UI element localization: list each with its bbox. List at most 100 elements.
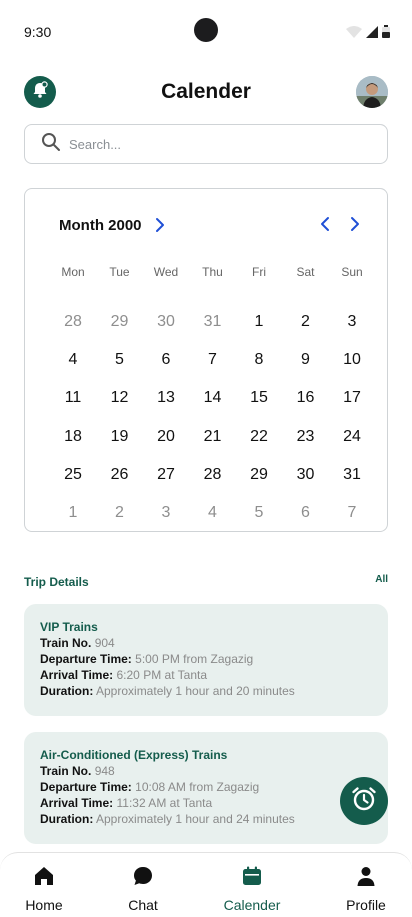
calendar-day[interactable]: 16 — [288, 383, 324, 413]
calendar-day[interactable]: 11 — [55, 383, 91, 413]
calendar-day[interactable]: 21 — [195, 422, 231, 452]
calendar-day[interactable]: 8 — [241, 345, 277, 375]
weekday-label: Thu — [202, 265, 223, 279]
signal-icon — [366, 25, 378, 43]
departure-row: Departure Time: 5:00 PM from Zagazig — [40, 651, 372, 667]
see-all-link[interactable]: All — [375, 574, 388, 585]
departure-value: 5:00 PM from Zagazig — [135, 652, 254, 666]
train-number-row: Train No. 904 — [40, 635, 372, 651]
profile-icon — [355, 865, 377, 892]
calendar-day[interactable]: 18 — [55, 422, 91, 452]
nav-item-home[interactable]: Home — [4, 865, 84, 913]
calendar-day[interactable]: 1 — [241, 307, 277, 337]
chat-icon — [132, 865, 154, 892]
calendar-day-outside-month[interactable]: 7 — [334, 498, 370, 528]
avatar[interactable] — [356, 76, 388, 108]
calendar-day-outside-month[interactable]: 2 — [102, 498, 138, 528]
calendar-day-outside-month[interactable]: 30 — [148, 307, 184, 337]
calendar-day[interactable]: 12 — [102, 383, 138, 413]
calendar-day[interactable]: 2 — [288, 307, 324, 337]
home-icon — [33, 865, 55, 892]
weekday-label: Mon — [61, 265, 85, 279]
arrival-label: Arrival Time: — [40, 668, 114, 682]
nav-label: Chat — [128, 897, 158, 913]
trip-card[interactable]: Air-Conditioned (Express) Trains Train N… — [24, 732, 388, 844]
arrival-row: Arrival Time: 11:32 AM at Tanta — [40, 795, 372, 811]
duration-row: Duration: Approximately 1 hour and 20 mi… — [40, 683, 372, 699]
calendar-day[interactable]: 3 — [334, 307, 370, 337]
duration-value: Approximately 1 hour and 24 minutes — [96, 812, 295, 826]
weekday-label: Sun — [341, 265, 363, 279]
calendar-day[interactable]: 22 — [241, 422, 277, 452]
duration-label: Duration: — [40, 684, 94, 698]
calendar-day[interactable]: 7 — [195, 345, 231, 375]
alarm-clock-icon — [350, 785, 378, 818]
calendar-day[interactable]: 19 — [102, 422, 138, 452]
search-input[interactable] — [69, 136, 349, 152]
calendar-day-outside-month[interactable]: 5 — [241, 498, 277, 528]
calendar-day[interactable]: 17 — [334, 383, 370, 413]
arrival-value: 11:32 AM at Tanta — [116, 796, 213, 810]
departure-row: Departure Time: 10:08 AM from Zagazig — [40, 779, 372, 795]
train-number-value: 904 — [94, 636, 115, 650]
nav-item-profile[interactable]: Profile — [326, 865, 406, 913]
page-title: Calender — [161, 80, 251, 103]
trip-details-title: Trip Details — [24, 575, 89, 589]
nav-item-chat[interactable]: Chat — [103, 865, 183, 913]
calendar-day[interactable]: 25 — [55, 460, 91, 490]
month-picker-chevron-icon[interactable] — [152, 216, 168, 234]
calendar-day-outside-month[interactable]: 28 — [55, 307, 91, 337]
calendar-day-outside-month[interactable]: 6 — [288, 498, 324, 528]
duration-row: Duration: Approximately 1 hour and 24 mi… — [40, 811, 372, 827]
battery-icon — [382, 25, 390, 43]
calendar-day[interactable]: 29 — [241, 460, 277, 490]
calendar-day[interactable]: 6 — [148, 345, 184, 375]
previous-month-chevron-left-icon[interactable] — [317, 215, 333, 233]
next-month-chevron-right-icon[interactable] — [347, 215, 363, 233]
month-label: Month 2000 — [59, 216, 142, 234]
departure-label: Departure Time: — [40, 652, 132, 666]
calendar-day[interactable]: 23 — [288, 422, 324, 452]
duration-label: Duration: — [40, 812, 94, 826]
trip-card[interactable]: VIP Trains Train No. 904 Departure Time:… — [24, 604, 388, 716]
calendar-day-outside-month[interactable]: 29 — [102, 307, 138, 337]
departure-value: 10:08 AM from Zagazig — [135, 780, 260, 794]
nav-label: Calender — [223, 897, 281, 913]
calendar-day[interactable]: 13 — [148, 383, 184, 413]
weekday-label: Fri — [252, 265, 266, 279]
search-bar[interactable] — [24, 124, 388, 164]
calendar-day[interactable]: 14 — [195, 383, 231, 413]
calendar-day[interactable]: 20 — [148, 422, 184, 452]
nav-item-calender[interactable]: Calender — [212, 865, 292, 913]
alarm-fab-button[interactable] — [340, 777, 388, 825]
calendar-day[interactable]: 5 — [102, 345, 138, 375]
arrival-row: Arrival Time: 6:20 PM at Tanta — [40, 667, 372, 683]
trip-details-header: Trip Details All — [24, 573, 388, 591]
trip-card-title: VIP Trains — [40, 620, 98, 634]
calendar-day[interactable]: 4 — [55, 345, 91, 375]
status-bar: 9:30 — [0, 0, 412, 60]
calendar-day[interactable]: 15 — [241, 383, 277, 413]
calendar-day[interactable]: 28 — [195, 460, 231, 490]
calendar-day-outside-month[interactable]: 4 — [195, 498, 231, 528]
arrival-label: Arrival Time: — [40, 796, 114, 810]
calendar-day[interactable]: 10 — [334, 345, 370, 375]
calendar-day[interactable]: 27 — [148, 460, 184, 490]
calendar-day[interactable]: 31 — [334, 460, 370, 490]
wifi-icon — [346, 25, 362, 43]
calendar-day[interactable]: 30 — [288, 460, 324, 490]
status-icons — [346, 25, 390, 43]
app-header: Calender — [0, 74, 412, 110]
calendar-day-outside-month[interactable]: 3 — [148, 498, 184, 528]
train-number-label: Train No. — [40, 764, 92, 778]
calendar-day[interactable]: 9 — [288, 345, 324, 375]
calendar-day-outside-month[interactable]: 1 — [55, 498, 91, 528]
search-icon — [41, 132, 61, 157]
calendar-card: Month 2000 Mon Tue Wed Thu Fri Sat Sun 28 29 30 3… — [24, 188, 388, 532]
calendar-day[interactable]: 26 — [102, 460, 138, 490]
duration-value: Approximately 1 hour and 20 minutes — [96, 684, 295, 698]
nav-label: Profile — [346, 897, 386, 913]
trip-card-title: Air-Conditioned (Express) Trains — [40, 748, 228, 762]
calendar-day[interactable]: 24 — [334, 422, 370, 452]
calendar-day-outside-month[interactable]: 31 — [195, 307, 231, 337]
